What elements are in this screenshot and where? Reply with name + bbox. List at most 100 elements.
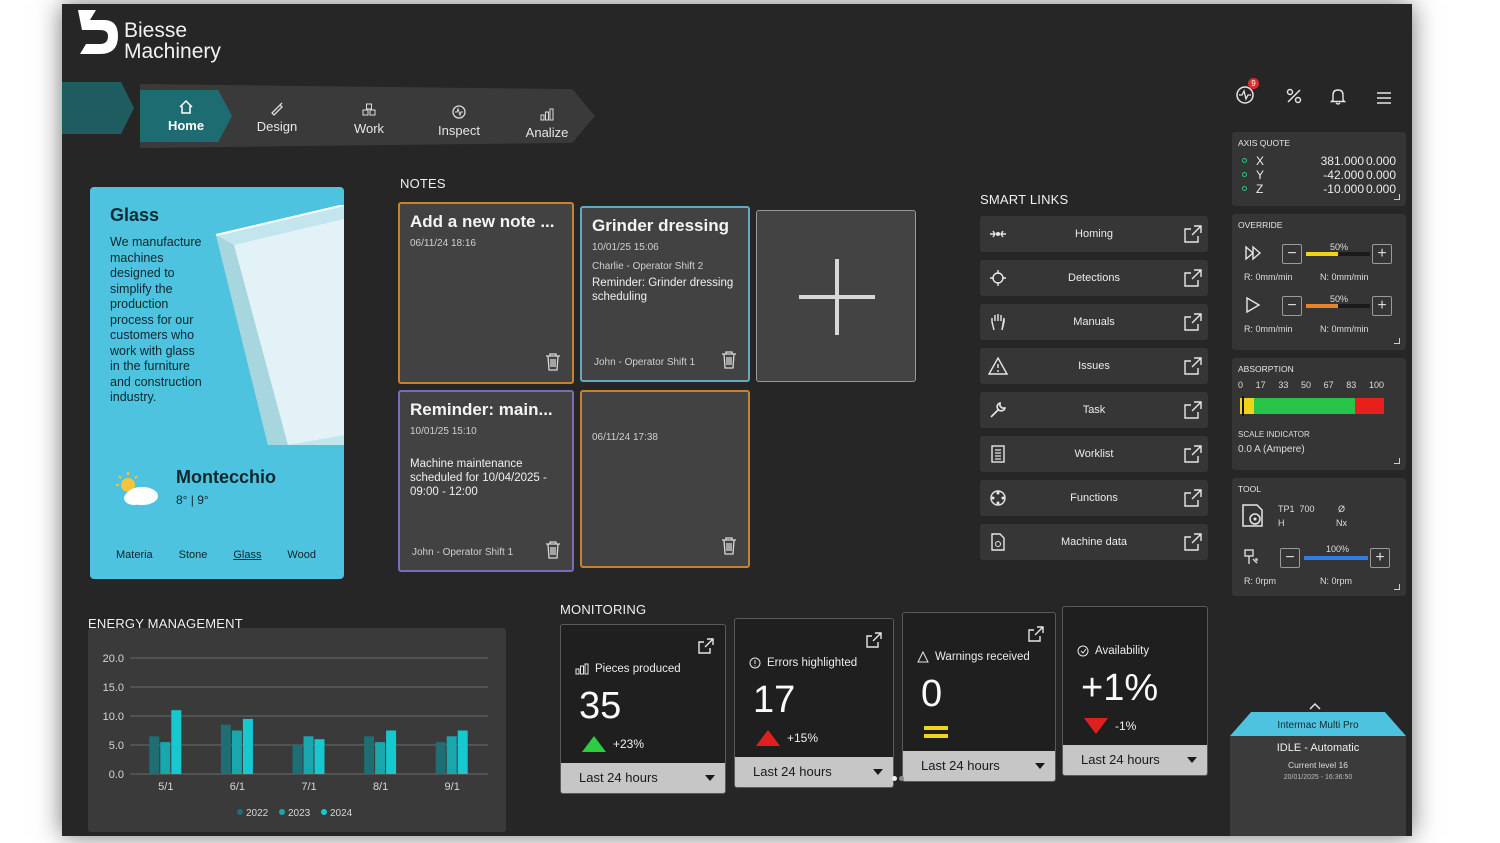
material-tab-wood[interactable]: Wood bbox=[287, 549, 316, 561]
smart-link-homing[interactable]: Homing bbox=[980, 216, 1208, 252]
external-link-icon bbox=[1184, 401, 1202, 419]
design-icon bbox=[271, 102, 283, 116]
external-link-icon[interactable] bbox=[697, 637, 715, 655]
material-description: We manufacture machines designed to simp… bbox=[110, 235, 202, 404]
monitoring-value: 0 bbox=[921, 673, 943, 715]
smart-link-worklist[interactable]: Worklist bbox=[980, 436, 1208, 472]
nav-home[interactable]: Home bbox=[140, 90, 232, 142]
notifications-button[interactable] bbox=[1328, 86, 1352, 110]
machine-status-panel[interactable]: Intermac Multi Pro IDLE - Automatic Curr… bbox=[1230, 702, 1406, 836]
machine-dashboard: Biesse Machinery Home Design Work Inspec… bbox=[62, 4, 1412, 836]
chevron-up-icon[interactable] bbox=[1308, 702, 1322, 710]
nav-inspect[interactable]: Inspect bbox=[416, 96, 502, 146]
note-card[interactable]: 06/11/24 17:38 bbox=[580, 390, 750, 568]
partly-sunny-icon bbox=[116, 472, 158, 505]
note-card[interactable]: Add a new note ... 06/11/24 18:16 bbox=[398, 202, 574, 384]
external-link-icon bbox=[1184, 269, 1202, 287]
nav-inspect-label: Inspect bbox=[438, 123, 480, 138]
chart-bar bbox=[160, 742, 171, 774]
tool-increase-button[interactable]: + bbox=[1370, 548, 1390, 568]
monitoring-trend: +15% bbox=[755, 729, 818, 747]
chart-y-tick-label: 20.0 bbox=[103, 653, 124, 665]
home-icon bbox=[179, 99, 193, 114]
smart-link-detections[interactable]: Detections bbox=[980, 260, 1208, 296]
spindle-icon bbox=[1244, 549, 1258, 564]
main-menu-button[interactable] bbox=[1374, 88, 1398, 112]
period-dropdown[interactable]: Last 24 hours bbox=[735, 757, 893, 787]
override-r-value: R: 0mm/min bbox=[1244, 324, 1293, 334]
trend-up-red-icon bbox=[756, 730, 780, 746]
machine-status-body: IDLE - Automatic Current level 16 20/01/… bbox=[1230, 736, 1406, 836]
absorption-value: 0.0 A (Ampere) bbox=[1238, 444, 1305, 455]
functions-icon bbox=[990, 490, 1006, 506]
scale-indicator-label: SCALE INDICATOR bbox=[1238, 430, 1310, 439]
override-decrease-button[interactable]: − bbox=[1282, 296, 1302, 316]
period-dropdown[interactable]: Last 24 hours bbox=[903, 751, 1055, 781]
add-note-button[interactable] bbox=[756, 210, 916, 382]
trash-icon[interactable] bbox=[720, 350, 738, 370]
material-tab-materia[interactable]: Materia bbox=[116, 549, 153, 561]
smart-link-label: Machine data bbox=[1060, 536, 1128, 548]
note-date: 10/01/25 15:06 bbox=[592, 242, 659, 253]
resize-corner-icon[interactable] bbox=[1394, 338, 1400, 344]
resize-corner-icon[interactable] bbox=[1394, 458, 1400, 464]
carousel-dots[interactable] bbox=[892, 776, 904, 782]
tool-percent: 100% bbox=[1326, 544, 1350, 554]
chart-bar bbox=[171, 710, 182, 774]
external-link-icon[interactable] bbox=[1027, 625, 1045, 643]
smart-link-task[interactable]: Task bbox=[980, 392, 1208, 428]
tool-name: TP1 700 bbox=[1278, 504, 1315, 514]
nav-work[interactable]: Work bbox=[326, 94, 412, 144]
axis-status-dot bbox=[1242, 186, 1247, 191]
smart-link-issues[interactable]: Issues bbox=[980, 348, 1208, 384]
energy-chart-card: 20.0 15.0 10.0 5.0 0.0 5/1 6/1 7/1 8/1 9/1 2022 202… bbox=[88, 628, 506, 832]
override-decrease-button[interactable]: − bbox=[1282, 244, 1302, 264]
chart-bar bbox=[303, 736, 314, 774]
resize-corner-icon[interactable] bbox=[1394, 584, 1400, 590]
external-link-icon bbox=[1184, 225, 1202, 243]
nav-analize-label: Analize bbox=[525, 125, 569, 140]
nav-analize[interactable]: Analize bbox=[504, 98, 590, 148]
resize-corner-icon[interactable] bbox=[1394, 194, 1400, 200]
override-slider[interactable] bbox=[1306, 304, 1370, 308]
monitoring-card-pieces: Pieces produced 35 +23% Last 24 hours bbox=[560, 624, 726, 794]
trash-icon[interactable] bbox=[544, 540, 562, 560]
trash-icon[interactable] bbox=[544, 352, 562, 372]
homing-icon bbox=[990, 230, 1006, 238]
warning-small-icon bbox=[917, 651, 929, 663]
note-card[interactable]: Grinder dressing 10/01/25 15:06 Charlie … bbox=[580, 206, 750, 382]
trend-down-icon bbox=[1084, 718, 1108, 734]
period-dropdown[interactable]: Last 24 hours bbox=[561, 763, 725, 793]
tool-decrease-button[interactable]: − bbox=[1280, 548, 1300, 568]
trend-up-icon bbox=[582, 736, 606, 752]
percent-icon bbox=[1286, 88, 1302, 104]
monitoring-card-header: Warnings received bbox=[917, 651, 1030, 663]
nav-design[interactable]: Design bbox=[234, 92, 320, 142]
smart-link-machine-data[interactable]: Machine data bbox=[980, 524, 1208, 560]
axis-quote-title: AXIS QUOTE bbox=[1238, 138, 1290, 148]
override-title: OVERRIDE bbox=[1238, 220, 1283, 230]
monitoring-card-header: Pieces produced bbox=[575, 663, 681, 675]
override-increase-button[interactable]: + bbox=[1372, 244, 1392, 264]
tool-h-label: H bbox=[1278, 518, 1285, 528]
trash-icon[interactable] bbox=[720, 536, 738, 556]
material-tab-glass[interactable]: Glass bbox=[233, 549, 261, 561]
smart-link-label: Issues bbox=[1078, 360, 1110, 372]
detections-icon bbox=[990, 270, 1006, 286]
override-slider[interactable] bbox=[1306, 252, 1370, 256]
monitoring-trend: -1% bbox=[1083, 717, 1136, 735]
monitoring-card-availability: Availability +1% -1% Last 24 hours bbox=[1062, 606, 1208, 776]
notes-section-title: NOTES bbox=[400, 176, 446, 191]
tool-slider[interactable] bbox=[1304, 556, 1368, 560]
smart-link-functions[interactable]: Functions bbox=[980, 480, 1208, 516]
smart-link-manuals[interactable]: Manuals bbox=[980, 304, 1208, 340]
override-increase-button[interactable]: + bbox=[1372, 296, 1392, 316]
activity-button[interactable]: 9 bbox=[1234, 78, 1259, 108]
material-tab-stone[interactable]: Stone bbox=[179, 549, 208, 561]
note-card[interactable]: Reminder: main... 10/01/25 15:10 Machine… bbox=[398, 390, 574, 572]
period-dropdown[interactable]: Last 24 hours bbox=[1063, 745, 1207, 775]
tool-panel: TOOL TP1 700 Ø H Nx − 100% + R: 0rpm N: … bbox=[1232, 478, 1406, 596]
percent-button[interactable] bbox=[1284, 86, 1308, 110]
external-link-icon[interactable] bbox=[865, 631, 883, 649]
monitoring-trend bbox=[923, 723, 949, 741]
